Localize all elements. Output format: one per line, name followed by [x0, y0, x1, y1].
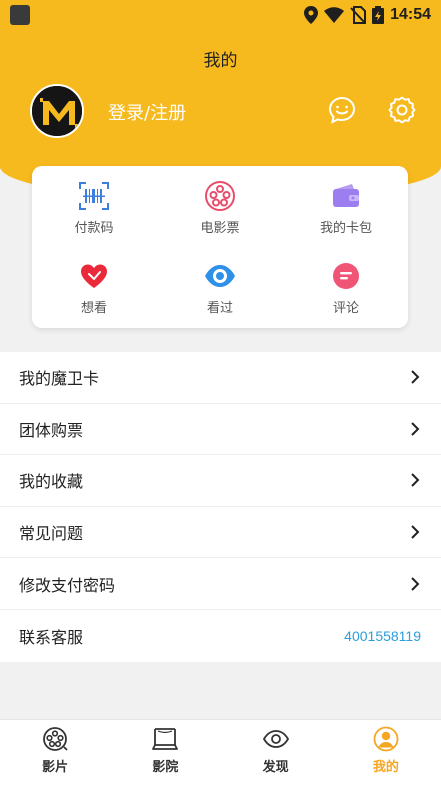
menu-item-change-password[interactable]: 修改支付密码 — [0, 558, 441, 610]
movie-ticket-button[interactable]: 电影票 — [165, 180, 275, 240]
watched-button[interactable]: 看过 — [165, 260, 275, 320]
tab-movies[interactable]: 影片 — [0, 720, 110, 785]
quick-action-label: 付款码 — [74, 221, 114, 236]
tab-label: 我的 — [372, 760, 399, 775]
cinema-screen-icon — [152, 728, 179, 750]
page-title: 我的 — [203, 51, 238, 71]
battery-icon — [372, 6, 385, 24]
tab-cinemas[interactable]: 影院 — [110, 720, 220, 785]
menu-item-label: 团体购票 — [19, 420, 84, 440]
customer-service-phone[interactable]: 4001558119 — [344, 628, 421, 644]
menu-item-member-card[interactable]: 我的魔卫卡 — [0, 352, 441, 404]
quick-action-label: 电影票 — [200, 221, 240, 236]
barcode-icon — [79, 182, 109, 210]
eye-icon — [205, 265, 235, 287]
tab-label: 影院 — [152, 760, 179, 775]
status-bar: 14:54 — [0, 0, 441, 30]
message-icon[interactable] — [328, 96, 356, 124]
settings-icon[interactable] — [388, 96, 416, 124]
quick-action-label: 想看 — [80, 301, 107, 316]
heart-icon — [81, 264, 107, 288]
location-icon — [304, 6, 319, 24]
menu-item-favorites[interactable]: 我的收藏 — [0, 455, 441, 507]
wifi-icon — [324, 7, 345, 23]
comments-button[interactable]: 评论 — [291, 260, 401, 320]
quick-actions-card: 付款码 电影票 我的卡包 想看 看过 评论 — [32, 166, 408, 328]
film-reel-icon — [43, 727, 68, 751]
settings-menu: 我的魔卫卡 团体购票 我的收藏 常见问题 修改支付密码 联系客服 4001558… — [0, 352, 441, 662]
card-wallet-button[interactable]: 我的卡包 — [291, 180, 401, 240]
wallet-icon — [333, 184, 359, 207]
film-reel-icon — [205, 181, 235, 211]
tab-discover[interactable]: 发现 — [221, 720, 331, 785]
quick-action-label: 看过 — [206, 301, 233, 316]
chevron-right-icon — [411, 576, 420, 591]
want-to-watch-button[interactable]: 想看 — [39, 260, 149, 320]
eye-icon — [262, 730, 289, 748]
payment-code-button[interactable]: 付款码 — [39, 180, 149, 240]
tab-label: 影片 — [42, 760, 69, 775]
menu-item-label: 我的收藏 — [19, 472, 84, 492]
bottom-tab-bar: 影片 影院 发现 我的 — [0, 719, 441, 785]
chevron-right-icon — [411, 525, 420, 539]
menu-item-faq[interactable]: 常见问题 — [0, 507, 441, 559]
menu-item-label: 修改支付密码 — [19, 575, 116, 595]
menu-item-label: 联系客服 — [19, 627, 84, 647]
login-register-link[interactable]: 登录/注册 — [108, 99, 186, 125]
comment-icon — [333, 263, 359, 289]
status-time: 14:54 — [390, 6, 431, 23]
tab-mine[interactable]: 我的 — [331, 720, 441, 785]
menu-item-customer-service[interactable]: 联系客服 4001558119 — [0, 610, 441, 662]
menu-item-label: 我的魔卫卡 — [19, 369, 100, 389]
avatar[interactable] — [30, 84, 84, 138]
user-icon — [373, 726, 399, 752]
chevron-right-icon — [411, 370, 420, 385]
quick-action-label: 我的卡包 — [319, 221, 372, 236]
chevron-right-icon — [411, 422, 420, 436]
no-sim-icon — [350, 6, 367, 24]
quick-action-label: 评论 — [332, 301, 359, 316]
chevron-right-icon — [411, 473, 420, 488]
tab-label: 发现 — [262, 760, 289, 775]
notification-icon — [10, 5, 30, 25]
menu-item-label: 常见问题 — [19, 524, 84, 544]
menu-item-group-ticket[interactable]: 团体购票 — [0, 404, 441, 456]
